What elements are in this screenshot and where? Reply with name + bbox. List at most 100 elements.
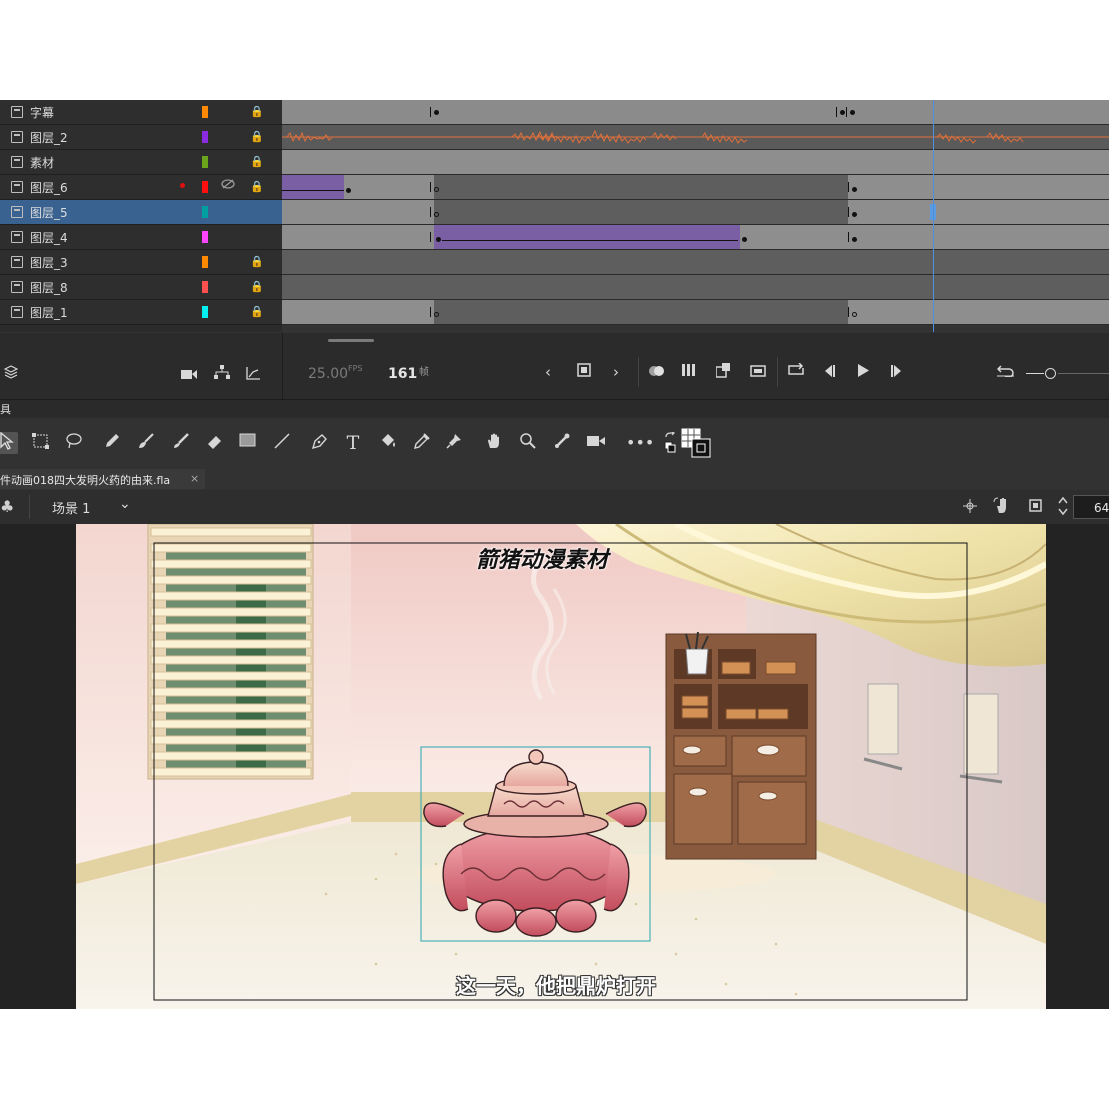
- lock-icon[interactable]: 🔒: [250, 305, 264, 318]
- layer-color-swatch[interactable]: [202, 306, 208, 318]
- zoom-input[interactable]: 64: [1073, 495, 1109, 519]
- rectangle-tool-icon[interactable]: [237, 432, 259, 454]
- lock-icon[interactable]: 🔒: [250, 155, 264, 168]
- loop-range-icon[interactable]: [750, 363, 766, 381]
- hierarchy-icon[interactable]: [214, 365, 230, 383]
- onion-skin-icon[interactable]: [648, 363, 666, 381]
- lasso-tool-icon[interactable]: [63, 432, 85, 454]
- layer-row[interactable]: 素材 🔒: [0, 150, 282, 175]
- fps-value[interactable]: 25.00: [308, 366, 348, 382]
- frame-row[interactable]: [282, 100, 1109, 125]
- chevron-down-icon[interactable]: ⌄: [119, 496, 131, 512]
- chevron-right-icon[interactable]: ›: [613, 363, 619, 381]
- layer-row[interactable]: 字幕 🔒: [0, 100, 282, 125]
- blank-keyframe[interactable]: [434, 312, 439, 317]
- center-stage-icon[interactable]: [963, 498, 977, 517]
- fill-stroke-swatch-icon[interactable]: [681, 428, 711, 458]
- keyframe[interactable]: [436, 237, 441, 242]
- club-icon[interactable]: ♣: [0, 497, 14, 516]
- keyframe[interactable]: [852, 187, 857, 192]
- layer-row[interactable]: 图层_4: [0, 225, 282, 250]
- keyframe[interactable]: [852, 212, 857, 217]
- layer-color-swatch[interactable]: [202, 206, 208, 218]
- pencil-tool-icon[interactable]: [101, 432, 123, 454]
- frame-row[interactable]: [282, 225, 1109, 250]
- lock-icon[interactable]: 🔒: [250, 105, 264, 118]
- keyframe-marker[interactable]: [430, 207, 431, 217]
- frame-row[interactable]: [282, 275, 1109, 300]
- layer-color-swatch[interactable]: [202, 181, 208, 193]
- layer-row[interactable]: 图层_3 🔒: [0, 250, 282, 275]
- layer-color-swatch[interactable]: [202, 281, 208, 293]
- step-back-icon[interactable]: [822, 363, 836, 381]
- lock-icon[interactable]: 🔒: [250, 130, 264, 143]
- hand-tool-icon[interactable]: [483, 432, 505, 454]
- graph-icon[interactable]: [246, 366, 260, 384]
- blank-keyframe[interactable]: [434, 212, 439, 217]
- layers-icon[interactable]: [3, 365, 19, 383]
- zoom-tool-icon[interactable]: [517, 432, 539, 454]
- layer-color-swatch[interactable]: [202, 106, 208, 118]
- motion-tween[interactable]: [434, 225, 740, 249]
- keyframe-marker[interactable]: [846, 107, 847, 117]
- center-frame-icon[interactable]: [577, 363, 591, 381]
- keyframe[interactable]: [850, 110, 855, 115]
- lock-icon[interactable]: 🔒: [250, 180, 264, 193]
- zoom-stepper-icon[interactable]: [1057, 494, 1069, 522]
- frame-row[interactable]: [282, 200, 1109, 225]
- lock-icon[interactable]: 🔒: [250, 255, 264, 268]
- frame-row[interactable]: [282, 300, 1109, 325]
- close-tab-button[interactable]: ×: [190, 472, 199, 485]
- layer-color-swatch[interactable]: [202, 256, 208, 268]
- layer-row[interactable]: 图层_8 🔒: [0, 275, 282, 300]
- frame-span[interactable]: [434, 175, 848, 199]
- frame-row-audio[interactable]: [282, 125, 1109, 150]
- document-tab[interactable]: 件动画018四大发明火药的由来.fla ×: [0, 469, 205, 489]
- horizontal-scrollbar[interactable]: [328, 339, 374, 342]
- timeline-frames[interactable]: [282, 100, 1109, 332]
- playhead[interactable]: [933, 100, 934, 332]
- zoom-slider-handle[interactable]: [1045, 368, 1056, 379]
- keyframe-marker[interactable]: [848, 307, 849, 317]
- layer-color-swatch[interactable]: [202, 231, 208, 243]
- edit-multiple-frames-icon[interactable]: [715, 363, 732, 382]
- keyframe-marker[interactable]: [848, 232, 849, 242]
- frame-row[interactable]: [282, 250, 1109, 275]
- camera-tool-icon[interactable]: [585, 432, 607, 454]
- keyframe-marker[interactable]: [430, 107, 431, 117]
- free-transform-tool-icon[interactable]: [30, 432, 52, 454]
- pin-tool-icon[interactable]: [443, 432, 465, 454]
- keyframe[interactable]: [434, 110, 439, 115]
- text-tool-icon[interactable]: T: [342, 432, 364, 454]
- line-tool-icon[interactable]: [271, 432, 293, 454]
- bone-tool-icon[interactable]: [551, 432, 573, 454]
- layer-row[interactable]: 图层_2 🔒: [0, 125, 282, 150]
- keyframe-marker[interactable]: [430, 307, 431, 317]
- brush-tool-icon[interactable]: [135, 432, 157, 454]
- paint-bucket-tool-icon[interactable]: [377, 432, 399, 454]
- keyframe-marker[interactable]: [430, 232, 431, 242]
- paint-brush-tool-icon[interactable]: [170, 432, 192, 454]
- frame-span[interactable]: [434, 200, 848, 224]
- layer-color-swatch[interactable]: [202, 131, 208, 143]
- loop-icon[interactable]: [787, 362, 805, 381]
- selection-tool-icon[interactable]: [0, 431, 18, 454]
- keyframe[interactable]: [852, 237, 857, 242]
- lock-icon[interactable]: 🔒: [250, 280, 264, 293]
- frame-row[interactable]: [282, 150, 1109, 175]
- onion-outline-icon[interactable]: [682, 363, 698, 381]
- more-tools-icon[interactable]: •••: [626, 432, 654, 454]
- keyframe[interactable]: [742, 237, 747, 242]
- swap-colors-icon[interactable]: [659, 431, 681, 454]
- layer-row[interactable]: 图层_6 🔒: [0, 175, 282, 200]
- keyframe-marker[interactable]: [836, 107, 837, 117]
- keyframe-marker[interactable]: [848, 182, 849, 192]
- eye-hidden-icon[interactable]: [221, 178, 235, 194]
- keyframe-marker[interactable]: [430, 182, 431, 192]
- blank-keyframe[interactable]: [852, 312, 857, 317]
- undo-icon[interactable]: [996, 363, 1015, 381]
- keyframe[interactable]: [346, 188, 351, 193]
- motion-tween[interactable]: [282, 175, 344, 199]
- pen-tool-icon[interactable]: [309, 432, 331, 454]
- zoom-slider-track[interactable]: [1058, 373, 1109, 374]
